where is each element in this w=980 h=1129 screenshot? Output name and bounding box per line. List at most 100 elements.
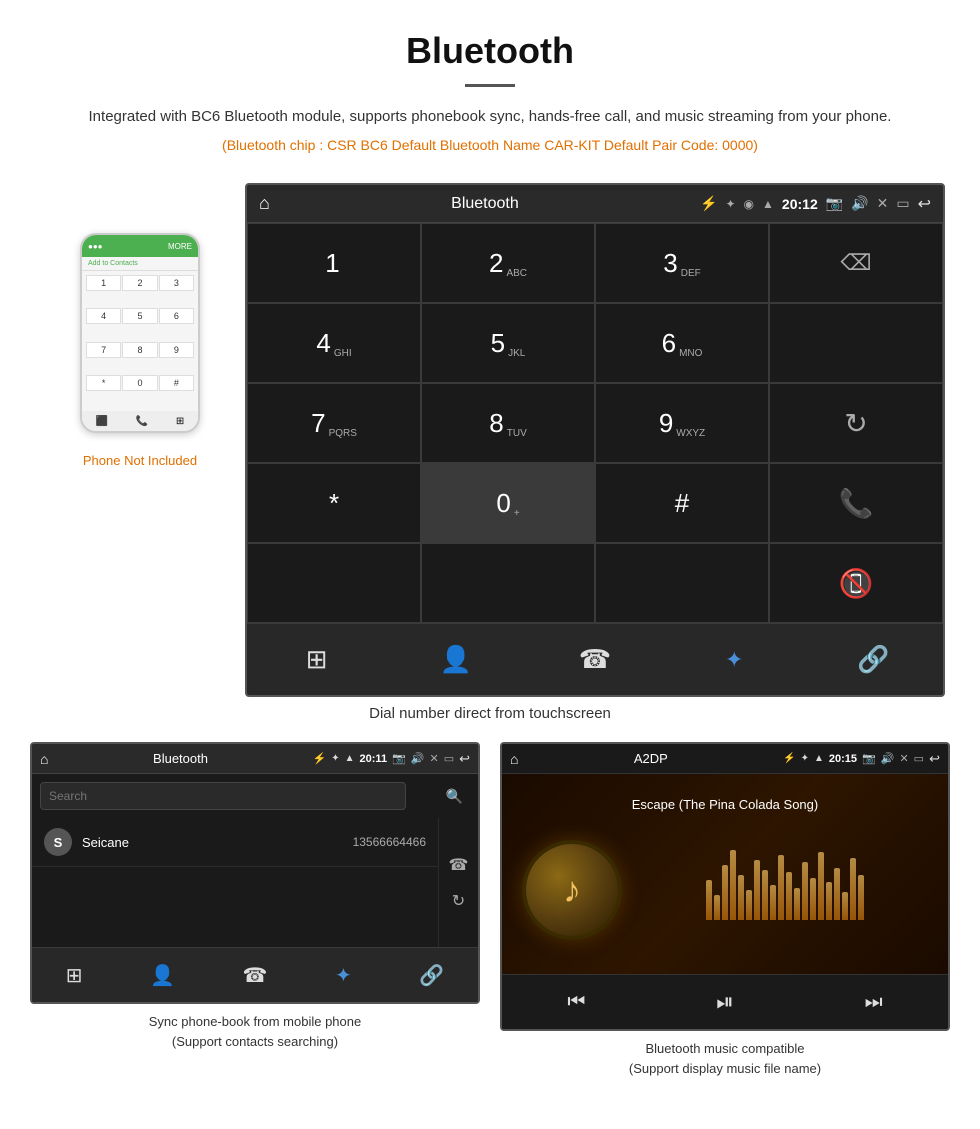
viz-bar: [818, 852, 824, 920]
contacts-tab-button[interactable]: 👤: [431, 635, 481, 685]
viz-bar: [786, 872, 792, 920]
bluetooth-icon: ✦: [725, 647, 743, 673]
music-volume-icon: 🔊: [881, 752, 895, 765]
dial-key-3[interactable]: 3: [159, 275, 194, 291]
viz-bar: [770, 885, 776, 920]
viz-bar: [850, 858, 856, 920]
refresh-icon: ↻: [844, 407, 867, 440]
dial-key-0[interactable]: 0: [122, 375, 157, 391]
dial-key-7[interactable]: 7: [86, 342, 121, 358]
bluetooth-tab-button[interactable]: ✦: [709, 635, 759, 685]
backspace-button[interactable]: ⌫: [769, 223, 943, 303]
viz-bar: [746, 890, 752, 920]
car-bt-icon: ✦: [725, 197, 735, 211]
viz-bar: [794, 888, 800, 920]
pb-dialpad-button[interactable]: ⊞: [66, 963, 83, 988]
dialpad-container: 1 2ABC 3DEF ⌫ 4GHI 5JKL: [247, 223, 943, 623]
empty-cell-3: [421, 543, 595, 623]
dial-key-6[interactable]: 6MNO: [595, 303, 769, 383]
dial-key-star[interactable]: *: [86, 375, 121, 391]
pb-contacts-button[interactable]: 👤: [150, 963, 175, 988]
dial-key-6[interactable]: 6: [159, 308, 194, 324]
car-window-icon: ▭: [896, 195, 909, 212]
dial-key-3[interactable]: 3DEF: [595, 223, 769, 303]
contacts-icon: 👤: [440, 644, 472, 675]
phone-tab-button[interactable]: ☎: [570, 635, 620, 685]
music-next-button[interactable]: ⏭: [865, 991, 883, 1014]
dial-key-7[interactable]: 7PQRS: [247, 383, 421, 463]
pb-close-icon[interactable]: ✕: [429, 752, 438, 765]
car-back-icon[interactable]: ↩: [918, 194, 931, 214]
dial-key-star[interactable]: *: [247, 463, 421, 543]
music-caption: Bluetooth music compatible (Support disp…: [629, 1039, 821, 1078]
car-bottom-bar: ⊞ 👤 ☎ ✦ 🔗: [247, 623, 943, 695]
dial-key-9[interactable]: 9WXYZ: [595, 383, 769, 463]
music-bt-icon: ✦: [801, 753, 809, 764]
call-button[interactable]: 📞: [769, 463, 943, 543]
empty-cell-2: [247, 543, 421, 623]
music-window-icon: ▭: [914, 752, 924, 765]
music-screen: ⌂ A2DP ⚡ ✦ ▲ 20:15 📷 🔊 ✕ ▭ ↩ Escape (The…: [500, 742, 950, 1031]
car-screen-title: Bluetooth: [451, 195, 519, 213]
music-close-icon[interactable]: ✕: [899, 752, 908, 765]
dialpad-tab-button[interactable]: ⊞: [292, 635, 342, 685]
pb-phone-button[interactable]: ☎: [243, 963, 268, 988]
phonebook-screen: ⌂ Bluetooth ⚡ ✦ ▲ 20:11 📷 🔊 ✕ ▭ ↩: [30, 742, 480, 1004]
music-play-pause-button[interactable]: ⏯: [716, 989, 734, 1015]
car-status-left: ⌂: [259, 193, 270, 214]
refresh-button[interactable]: ↻: [769, 383, 943, 463]
car-close-icon[interactable]: ✕: [877, 195, 889, 212]
pb-search-input[interactable]: [40, 782, 406, 810]
pb-link-button[interactable]: 🔗: [419, 963, 444, 988]
pb-bt-button[interactable]: ✦: [335, 963, 352, 988]
link-tab-button[interactable]: 🔗: [848, 635, 898, 685]
pb-main-area: S Seicane 13566664466 ☎ ↻: [32, 818, 478, 947]
dial-key-8[interactable]: 8TUV: [421, 383, 595, 463]
car-home-icon[interactable]: ⌂: [259, 193, 270, 214]
viz-bar: [754, 860, 760, 920]
viz-bar: [858, 875, 864, 920]
dial-key-1[interactable]: 1: [247, 223, 421, 303]
main-caption: Dial number direct from touchscreen: [0, 705, 980, 722]
main-screenshot-area: ᛒ ●●● MORE Add to Contacts 1 2: [0, 183, 980, 697]
pb-contact-avatar: S: [44, 828, 72, 856]
car-screen: ⌂ Bluetooth ⚡ ✦ ◉ ▲ 20:12 📷 🔊 ✕ ▭ ↩: [245, 183, 945, 697]
pb-home-icon[interactable]: ⌂: [40, 751, 48, 767]
viz-bar: [842, 892, 848, 920]
car-status-right: ⚡ ✦ ◉ ▲ 20:12 📷 🔊 ✕ ▭ ↩: [700, 194, 931, 214]
dial-key-8[interactable]: 8: [122, 342, 157, 358]
pb-call-action-icon[interactable]: ☎: [449, 855, 469, 875]
phone-carrier: ●●●: [88, 242, 103, 251]
dial-key-hash[interactable]: #: [595, 463, 769, 543]
viz-bar: [778, 855, 784, 920]
dial-key-9[interactable]: 9: [159, 342, 194, 358]
music-home-icon[interactable]: ⌂: [510, 751, 518, 767]
pb-contact-item[interactable]: S Seicane 13566664466: [32, 818, 438, 867]
music-back-icon[interactable]: ↩: [929, 751, 940, 767]
dial-key-1[interactable]: 1: [86, 275, 121, 291]
phone-not-included-label: Phone Not Included: [83, 453, 197, 468]
pb-back-icon[interactable]: ↩: [459, 751, 470, 767]
music-time: 20:15: [829, 753, 857, 765]
dial-key-4[interactable]: 4: [86, 308, 121, 324]
viz-bar: [834, 868, 840, 920]
music-prev-button[interactable]: ⏮: [567, 991, 585, 1014]
bottom-screenshots: ⌂ Bluetooth ⚡ ✦ ▲ 20:11 📷 🔊 ✕ ▭ ↩: [0, 742, 980, 1078]
viz-bar: [762, 870, 768, 920]
phone-screen: ●●● MORE Add to Contacts 1 2 3 4 5 6 7: [82, 235, 198, 431]
dial-key-5[interactable]: 5JKL: [421, 303, 595, 383]
end-call-button[interactable]: 📵: [769, 543, 943, 623]
dial-key-2[interactable]: 2: [122, 275, 157, 291]
dial-key-5[interactable]: 5: [122, 308, 157, 324]
dial-key-hash[interactable]: #: [159, 375, 194, 391]
music-song-title: Escape (The Pina Colada Song): [502, 789, 948, 812]
car-wifi-icon: ▲: [762, 197, 774, 211]
dial-key-2[interactable]: 2ABC: [421, 223, 595, 303]
phone-back-icon: ⬛: [96, 416, 108, 427]
phonebook-shot: ⌂ Bluetooth ⚡ ✦ ▲ 20:11 📷 🔊 ✕ ▭ ↩: [30, 742, 480, 1078]
pb-refresh-action-icon[interactable]: ↻: [452, 891, 465, 911]
dial-key-4[interactable]: 4GHI: [247, 303, 421, 383]
phone-container: ᛒ ●●● MORE Add to Contacts 1 2: [35, 183, 245, 468]
dial-key-0[interactable]: 0+: [421, 463, 595, 543]
car-screen-inner: ⌂ Bluetooth ⚡ ✦ ◉ ▲ 20:12 📷 🔊 ✕ ▭ ↩: [247, 185, 943, 695]
